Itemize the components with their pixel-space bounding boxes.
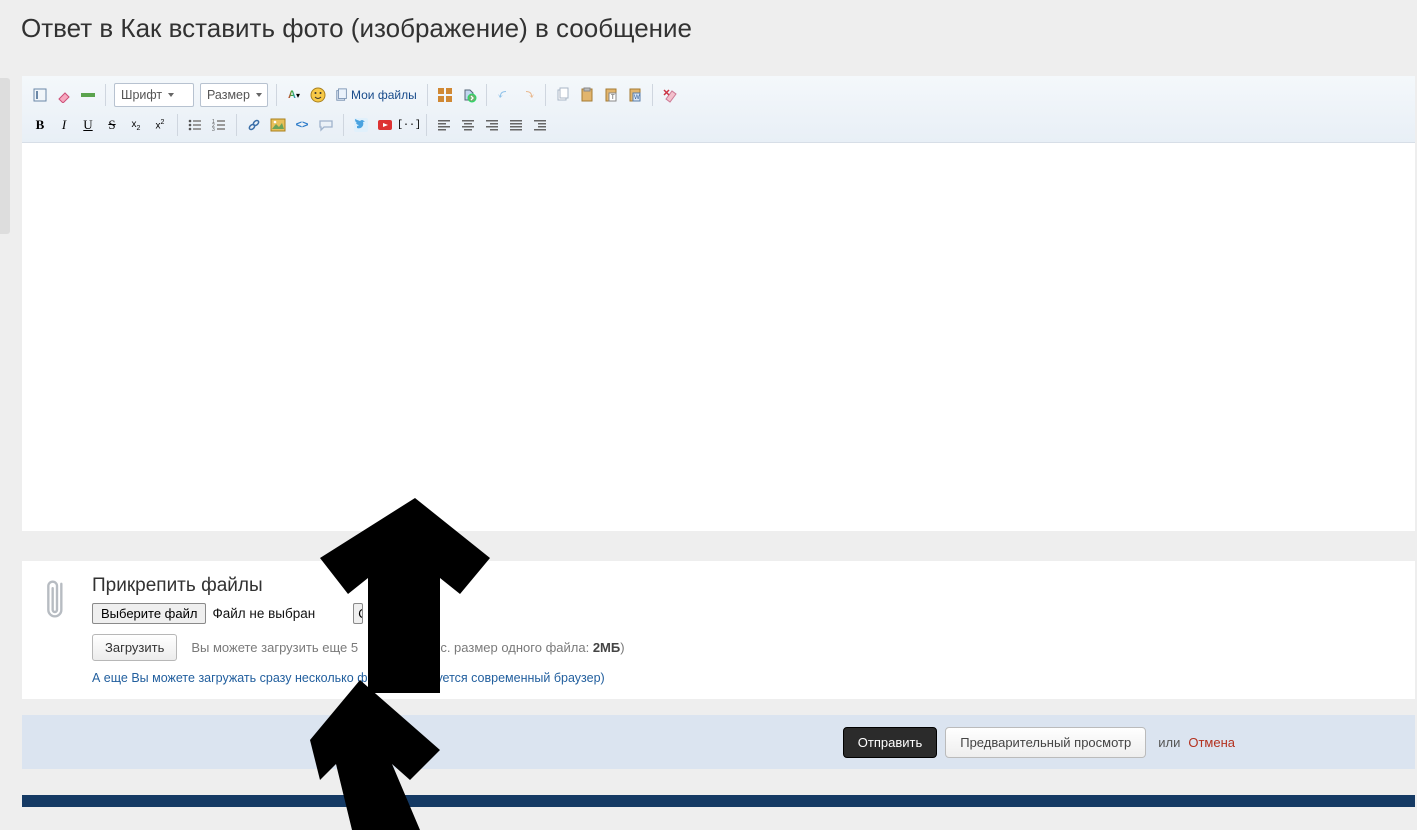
clear-format-icon[interactable] [659,84,681,106]
paste-text-icon[interactable]: T [600,84,622,106]
hr-icon[interactable] [77,84,99,106]
attach-title: Прикрепить файлы [92,575,1395,597]
underline-icon[interactable]: U [77,114,99,136]
number-list-icon[interactable]: 123 [208,114,230,136]
twitter-icon[interactable] [350,114,372,136]
image-icon[interactable] [267,114,289,136]
copy-icon[interactable] [552,84,574,106]
svg-text:W: W [634,95,640,101]
attach-section: Прикрепить файлы Выберите файл Файл не в… [22,561,1415,699]
size-select[interactable]: Размер [200,83,268,107]
align-right-icon[interactable] [481,114,503,136]
spoiler-icon[interactable]: [··] [398,114,420,136]
bullet-list-icon[interactable] [184,114,206,136]
paste-word-icon[interactable]: W [624,84,646,106]
preview-button[interactable]: Предварительный просмотр [945,727,1146,758]
bold-icon[interactable]: B [29,114,51,136]
paste-icon[interactable] [576,84,598,106]
editor-card: Шрифт Размер A▾ Мои файлы [22,76,1415,531]
indent-icon[interactable] [529,114,551,136]
link-icon[interactable] [243,114,265,136]
myfiles-label: Мои файлы [351,88,417,102]
align-center-icon[interactable] [457,114,479,136]
upload-button[interactable]: Загрузить [92,634,177,661]
code-icon[interactable]: <> [291,114,313,136]
eraser-icon[interactable] [53,84,75,106]
toolbar-row-1: Шрифт Размер A▾ Мои файлы [22,76,1415,143]
align-left-icon[interactable] [433,114,455,136]
multi-upload-link[interactable]: А еще Вы можете загружать сразу нескольк… [92,671,1395,685]
page-title: Ответ в Как вставить фото (изображение) … [0,0,1417,54]
left-edge-tab [0,78,10,234]
strike-icon[interactable]: S [101,114,123,136]
subscript-icon[interactable]: x2 [125,114,147,136]
cancel-link[interactable]: Отмена [1188,735,1235,750]
svg-text:T: T [611,95,615,101]
superscript-icon[interactable]: x2 [149,114,171,136]
media-icon[interactable] [434,84,456,106]
font-select-label: Шрифт [121,88,162,102]
file-status-text: Файл не выбран [212,606,315,621]
annotation-arrow-up-icon [310,680,440,830]
size-select-label: Размер [207,88,250,102]
svg-text:3: 3 [212,127,215,133]
editor-textarea[interactable] [22,143,1415,531]
quote-icon[interactable] [315,114,337,136]
choose-file-button[interactable]: Выберите файл [92,603,206,624]
annotation-arrow-down-icon [320,498,490,693]
italic-icon[interactable]: I [53,114,75,136]
mention-icon[interactable] [458,84,480,106]
myfiles-icon[interactable]: Мои файлы [331,84,421,106]
undo-icon[interactable] [493,84,515,106]
font-select[interactable]: Шрифт [114,83,194,107]
redo-icon[interactable] [517,84,539,106]
emoji-icon[interactable] [307,84,329,106]
submit-button[interactable]: Отправить [843,727,937,758]
toggle-toolbar-icon[interactable] [29,84,51,106]
submit-bar: Отправить Предварительный просмотр или О… [22,715,1415,769]
footer-bar [22,795,1415,807]
or-text: или [1158,735,1180,750]
align-justify-icon[interactable] [505,114,527,136]
text-color-icon[interactable]: A▾ [283,84,305,106]
paperclip-icon [44,575,70,623]
youtube-icon[interactable] [374,114,396,136]
